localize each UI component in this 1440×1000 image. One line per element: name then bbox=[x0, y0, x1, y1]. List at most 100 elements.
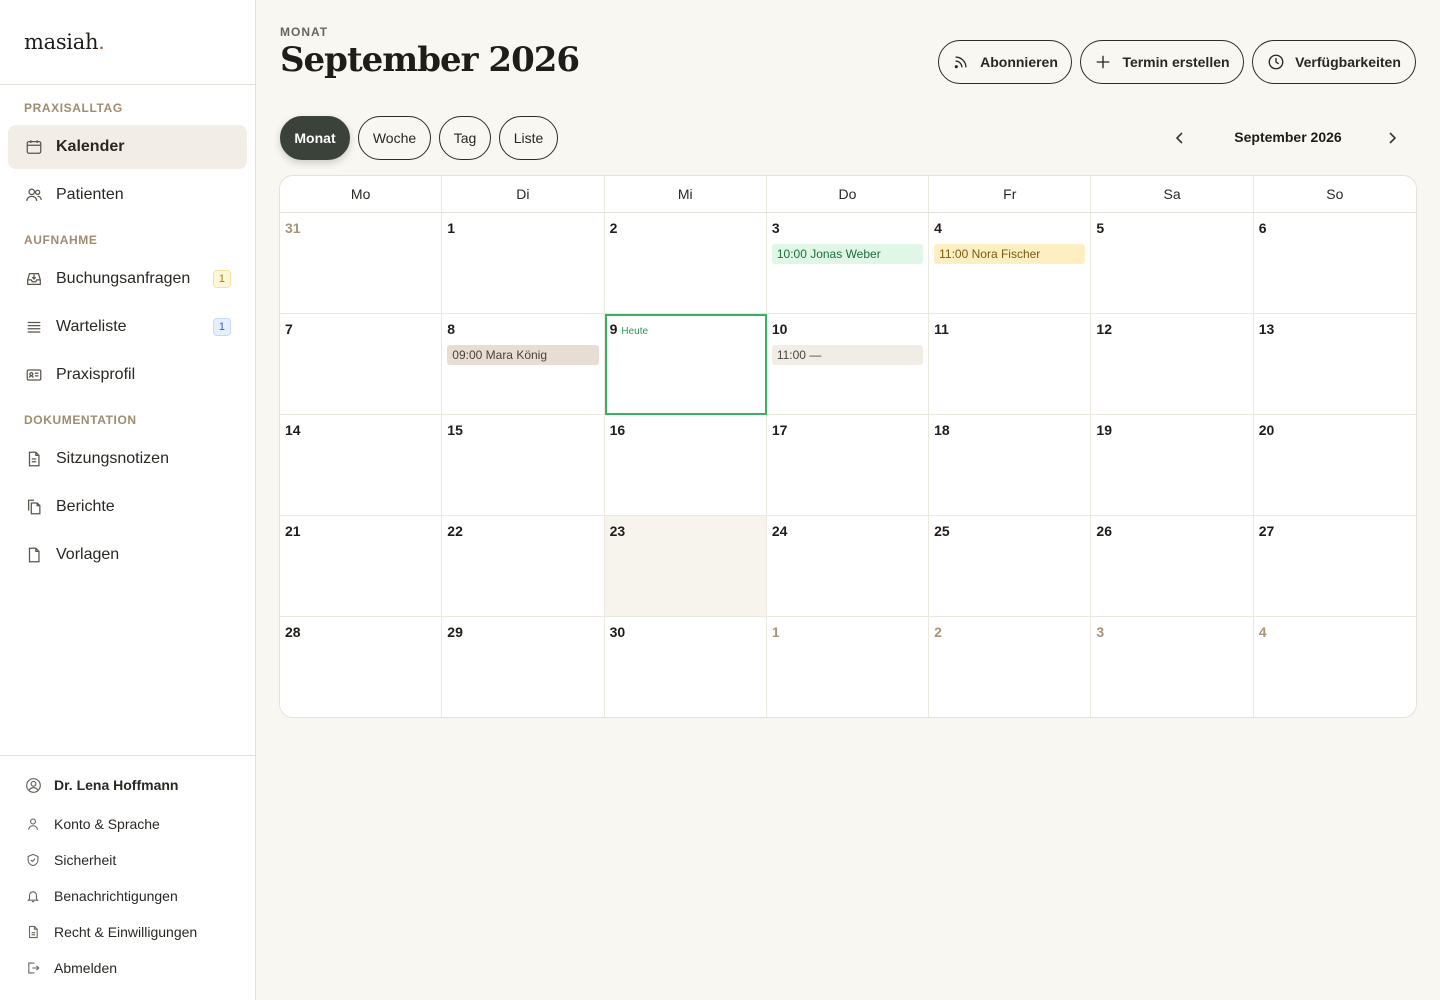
day-cell[interactable]: 10 11:00 — bbox=[766, 314, 930, 415]
day-cell[interactable]: 13 bbox=[1253, 314, 1416, 415]
day-cell[interactable]: 25 bbox=[929, 516, 1092, 617]
day-number: 4 bbox=[1258, 624, 1267, 640]
brand-logo[interactable]: masiah. bbox=[0, 0, 255, 85]
day-number: 21 bbox=[285, 523, 301, 539]
day-cell[interactable]: 12 bbox=[1091, 314, 1254, 415]
view-week-button[interactable]: Woche bbox=[358, 116, 431, 160]
person-icon bbox=[24, 815, 42, 833]
footer-item-label: Benachrichtigungen bbox=[54, 888, 178, 904]
plus-icon bbox=[1094, 53, 1112, 71]
sidebar-item-vorlagen[interactable]: Vorlagen bbox=[8, 533, 247, 577]
day-number: 18 bbox=[934, 422, 950, 438]
day-cell[interactable]: 2 bbox=[929, 617, 1092, 717]
day-cell[interactable]: 22 bbox=[442, 516, 605, 617]
day-cell[interactable]: 11 bbox=[929, 314, 1092, 415]
availability-button[interactable]: Verfügbarkeiten bbox=[1252, 40, 1416, 84]
view-month-button[interactable]: Monat bbox=[280, 116, 350, 160]
day-cell[interactable]: 1 bbox=[442, 213, 605, 314]
day-cell[interactable]: 17 bbox=[766, 415, 930, 516]
day-number: 27 bbox=[1258, 523, 1275, 539]
user-profile[interactable]: Dr. Lena Hoffmann bbox=[24, 776, 178, 794]
chevron-right-icon bbox=[1389, 132, 1397, 144]
user-name: Dr. Lena Hoffmann bbox=[54, 777, 179, 793]
day-cell[interactable]: 4 11:00 Nora Fischer bbox=[929, 213, 1092, 314]
day-cell[interactable]: 2 bbox=[604, 213, 767, 314]
calendar-event[interactable]: 09:00 Mara König bbox=[447, 345, 599, 365]
sidebar-item-praxisprofil[interactable]: Praxisprofil bbox=[8, 353, 247, 397]
view-list-button[interactable]: Liste bbox=[499, 116, 558, 160]
sidebar-item-warteliste[interactable]: Warteliste 1 bbox=[8, 305, 247, 349]
calendar-event[interactable]: 10:00 Jonas Weber bbox=[771, 244, 924, 264]
calendar-event[interactable]: 11:00 — bbox=[771, 345, 924, 365]
day-cell[interactable]: 3 10:00 Jonas Weber bbox=[766, 213, 930, 314]
current-month-label: September 2026 bbox=[1234, 129, 1342, 145]
day-cell[interactable]: 21 bbox=[280, 516, 443, 617]
day-cell[interactable]: 8 09:00 Mara König bbox=[442, 314, 605, 415]
day-cell[interactable]: 15 bbox=[442, 415, 605, 516]
day-cell[interactable]: 14 bbox=[280, 415, 443, 516]
day-number: 24 bbox=[771, 523, 788, 539]
sidebar-item-label: Patienten bbox=[56, 186, 124, 203]
footer-item-abmelden[interactable]: Abmelden bbox=[24, 959, 117, 977]
sidebar-item-patienten[interactable]: Patienten bbox=[8, 173, 247, 217]
day-number: 4 bbox=[934, 220, 942, 236]
day-cell[interactable]: 31 bbox=[280, 213, 443, 314]
day-cell[interactable]: 26 bbox=[1091, 516, 1254, 617]
day-cell[interactable]: 1 bbox=[766, 617, 930, 717]
prev-month-button[interactable] bbox=[1166, 124, 1194, 152]
file-icon bbox=[24, 545, 44, 565]
document-icon bbox=[24, 923, 42, 941]
weekday-label: Di bbox=[442, 176, 605, 212]
section-label-praxisalltag: PRAXISALLTAG bbox=[24, 101, 123, 115]
view-day-button[interactable]: Tag bbox=[439, 116, 491, 160]
day-cell[interactable]: 23 bbox=[604, 516, 767, 617]
day-number: 25 bbox=[934, 523, 950, 539]
sidebar-item-kalender[interactable]: Kalender bbox=[8, 125, 247, 169]
day-cell[interactable]: 18 bbox=[929, 415, 1092, 516]
day-cell-today[interactable]: 9 Heute bbox=[604, 314, 767, 415]
create-appointment-label: Termin erstellen bbox=[1122, 54, 1230, 70]
day-number: 13 bbox=[1258, 321, 1275, 337]
day-cell[interactable]: 3 bbox=[1091, 617, 1254, 717]
day-grid: 31 1 2 3 10:00 Jonas Weber 4 11:00 Nora Fische… bbox=[280, 213, 1416, 717]
day-cell[interactable]: 7 bbox=[280, 314, 443, 415]
day-cell[interactable]: 29 bbox=[442, 617, 605, 717]
user-circle-icon bbox=[24, 776, 42, 794]
day-number: 6 bbox=[1258, 220, 1267, 236]
day-cell[interactable]: 5 bbox=[1091, 213, 1254, 314]
calendar-event[interactable]: 11:00 Nora Fischer bbox=[934, 244, 1086, 264]
sidebar-item-berichte[interactable]: Berichte bbox=[8, 485, 247, 529]
day-cell[interactable]: 4 bbox=[1253, 617, 1416, 717]
day-cell[interactable]: 28 bbox=[280, 617, 443, 717]
day-cell[interactable]: 19 bbox=[1091, 415, 1254, 516]
create-appointment-button[interactable]: Termin erstellen bbox=[1080, 40, 1244, 84]
sidebar-item-buchungsanfragen[interactable]: Buchungsanfragen 1 bbox=[8, 257, 247, 301]
day-number: 11 bbox=[934, 321, 949, 337]
day-cell[interactable]: 30 bbox=[604, 617, 767, 717]
section-label-aufnahme: AUFNAHME bbox=[24, 233, 98, 247]
footer-item-konto[interactable]: Konto & Sprache bbox=[24, 815, 160, 833]
list-icon bbox=[24, 317, 44, 337]
brand-name: masiah bbox=[24, 30, 99, 54]
weekday-label: Sa bbox=[1091, 176, 1254, 212]
day-number: 14 bbox=[285, 422, 301, 438]
footer-item-label: Konto & Sprache bbox=[54, 816, 160, 832]
day-number: 20 bbox=[1258, 422, 1275, 438]
footer-item-recht[interactable]: Recht & Einwilligungen bbox=[24, 923, 197, 941]
note-icon bbox=[24, 449, 44, 469]
sidebar-item-label: Vorlagen bbox=[56, 546, 120, 563]
day-cell[interactable]: 16 bbox=[604, 415, 767, 516]
day-cell[interactable]: 6 bbox=[1253, 213, 1416, 314]
day-cell[interactable]: 27 bbox=[1253, 516, 1416, 617]
day-cell[interactable]: 24 bbox=[766, 516, 930, 617]
day-cell[interactable]: 20 bbox=[1253, 415, 1416, 516]
day-number: 23 bbox=[609, 523, 626, 539]
day-number: 8 bbox=[447, 321, 456, 337]
footer-item-sicherheit[interactable]: Sicherheit bbox=[24, 851, 116, 869]
subscribe-button[interactable]: Abonnieren bbox=[938, 40, 1072, 84]
weekday-label: Mo bbox=[280, 176, 443, 212]
availability-label: Verfügbarkeiten bbox=[1295, 54, 1401, 70]
footer-item-benachrichtigungen[interactable]: Benachrichtigungen bbox=[24, 887, 178, 905]
next-month-button[interactable] bbox=[1378, 124, 1406, 152]
sidebar-item-sitzungsnotizen[interactable]: Sitzungsnotizen bbox=[8, 437, 247, 481]
